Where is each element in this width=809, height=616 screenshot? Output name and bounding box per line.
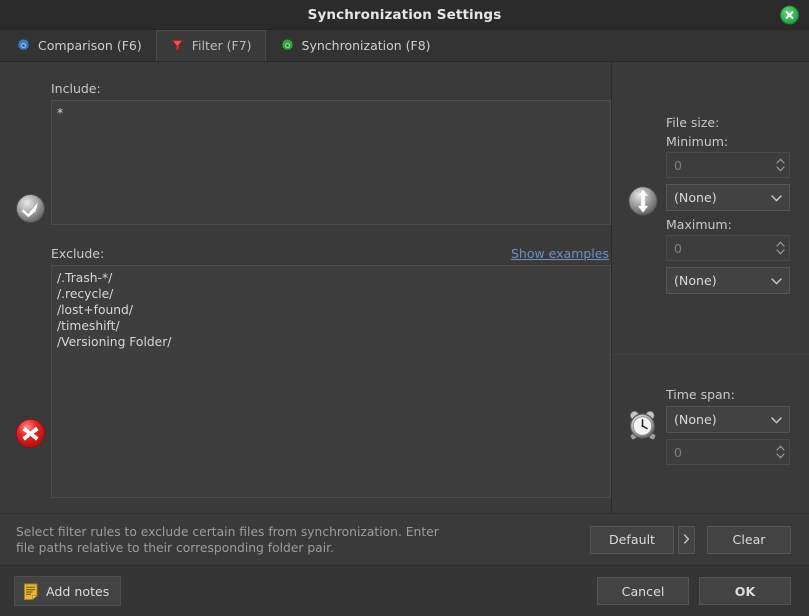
filter-rules-pane: Include: * Exclude: Show examples /.Tras…: [0, 62, 612, 513]
tab-comparison[interactable]: Comparison (F6): [2, 30, 156, 61]
close-button[interactable]: [780, 5, 799, 24]
maximum-size-arrows[interactable]: [771, 236, 789, 260]
chevron-right-icon: [683, 532, 690, 547]
maximum-size-value: 0: [674, 240, 682, 256]
minimum-size-stepper[interactable]: 0: [666, 152, 790, 178]
file-size-fields: File size: Minimum: 0 (None) Maximum: 0 …: [666, 115, 790, 294]
note-icon: [23, 583, 39, 600]
tab-synchronization-label: Synchronization (F8): [301, 38, 431, 53]
clear-button[interactable]: Clear: [707, 525, 791, 554]
cancel-button[interactable]: Cancel: [597, 577, 689, 605]
time-span-arrows[interactable]: [771, 440, 789, 464]
chevron-down-icon: [771, 190, 782, 205]
red-funnel-icon: [170, 38, 185, 53]
filter-options-pane: File size: Minimum: 0 (None) Maximum: 0 …: [612, 62, 809, 513]
tab-comparison-label: Comparison (F6): [38, 38, 142, 53]
dialog-footer: Add notes Cancel OK: [0, 565, 809, 616]
maximum-size-stepper[interactable]: 0: [666, 235, 790, 261]
status-bar: Select filter rules to exclude certain f…: [0, 513, 809, 565]
default-dropdown-button[interactable]: [678, 525, 695, 554]
filter-fields: Include: * Exclude: Show examples /.Tras…: [0, 62, 611, 498]
tab-synchronization[interactable]: Synchronization (F8): [266, 30, 445, 61]
add-notes-label: Add notes: [46, 583, 110, 599]
minimum-size-arrows[interactable]: [771, 153, 789, 177]
show-examples-link[interactable]: Show examples: [511, 246, 609, 261]
minimum-label: Minimum:: [666, 134, 729, 149]
chevron-down-icon: [771, 273, 782, 288]
red-x-circle-icon: [14, 417, 47, 450]
add-notes-button[interactable]: Add notes: [14, 576, 122, 606]
exclude-input[interactable]: /.Trash-*/ /.recycle/ /lost+found/ /time…: [51, 265, 611, 498]
minimum-size-unit-value: (None): [674, 190, 717, 205]
maximum-size-unit-value: (None): [674, 273, 717, 288]
time-span-value: 0: [674, 444, 682, 460]
exclude-label: Exclude:: [51, 246, 105, 261]
include-header: Include:: [51, 76, 611, 96]
blue-gear-icon: [16, 38, 31, 53]
time-span-unit-value: (None): [674, 412, 717, 427]
minimum-size-unit-select[interactable]: (None): [666, 184, 790, 211]
time-span-label: Time span:: [666, 387, 735, 402]
synchronization-settings-dialog: Synchronization Settings Comparison (F6)…: [0, 0, 809, 616]
include-input[interactable]: *: [51, 100, 611, 225]
alarm-clock-icon: [626, 408, 660, 442]
check-circle-icon: [14, 192, 47, 225]
maximum-label: Maximum:: [666, 217, 732, 232]
file-size-section: File size: Minimum: 0 (None) Maximum: 0 …: [612, 62, 809, 354]
time-span-section: Time span: (None) 0: [612, 355, 809, 471]
file-size-label: File size:: [666, 115, 720, 130]
ok-button[interactable]: OK: [699, 577, 791, 605]
dialog-body: Include: * Exclude: Show examples /.Tras…: [0, 62, 809, 513]
default-button-group: Default: [590, 525, 695, 554]
title-bar: Synchronization Settings: [0, 0, 809, 30]
green-gear-icon: [280, 38, 295, 53]
chevron-down-icon: [771, 412, 782, 427]
maximum-size-unit-select[interactable]: (None): [666, 267, 790, 294]
default-button[interactable]: Default: [590, 525, 674, 554]
exclude-header: Exclude: Show examples: [51, 241, 611, 261]
time-span-fields: Time span: (None) 0: [666, 387, 790, 465]
time-span-stepper[interactable]: 0: [666, 439, 790, 465]
tab-filter[interactable]: Filter (F7): [155, 30, 266, 61]
window-title: Synchronization Settings: [307, 6, 502, 23]
up-down-arrow-icon: [626, 184, 660, 218]
tab-bar: Comparison (F6) Filter (F7) Synchronizat…: [0, 30, 809, 62]
close-icon: [784, 9, 795, 20]
tab-filter-label: Filter (F7): [191, 38, 252, 53]
include-label: Include:: [51, 81, 101, 96]
status-message: Select filter rules to exclude certain f…: [16, 524, 439, 555]
time-span-unit-select[interactable]: (None): [666, 406, 790, 433]
minimum-size-value: 0: [674, 157, 682, 173]
